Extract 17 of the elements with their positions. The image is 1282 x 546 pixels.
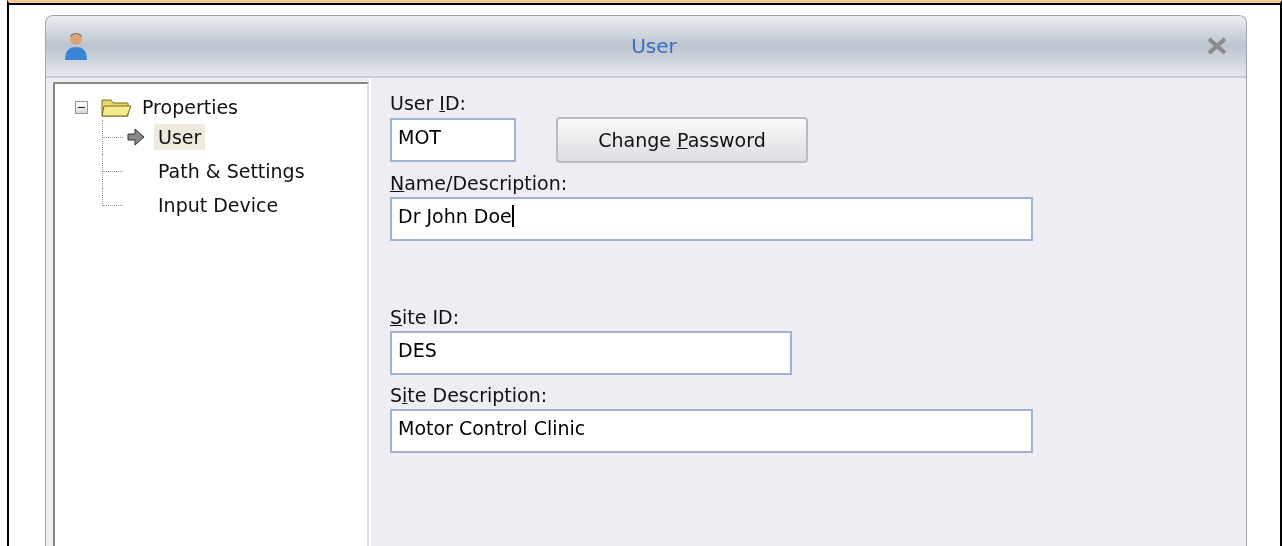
tree-item[interactable]: User — [154, 124, 206, 150]
tree-item[interactable]: Properties — [138, 94, 243, 120]
tree-item[interactable]: Input Device — [154, 192, 283, 218]
field-label: Site Description: — [390, 384, 549, 406]
text-field[interactable]: Dr John Doe — [390, 197, 1033, 241]
field-label: Name/Description: — [390, 172, 569, 194]
field-label: User I D: — [390, 92, 467, 114]
text-field[interactable]: DES — [390, 331, 792, 375]
folder-icon — [100, 96, 132, 118]
change-password-button[interactable]: Change Password — [556, 117, 808, 163]
collapse-toggle[interactable] — [75, 100, 88, 114]
text-field[interactable]: MOT — [390, 118, 516, 162]
tree-item[interactable]: Path & Settings — [154, 158, 309, 184]
field-label: Site ID: — [390, 306, 461, 328]
text-field[interactable]: Motor Control Clinic — [390, 409, 1033, 453]
window-title: User — [630, 34, 678, 58]
user-icon — [62, 31, 90, 61]
